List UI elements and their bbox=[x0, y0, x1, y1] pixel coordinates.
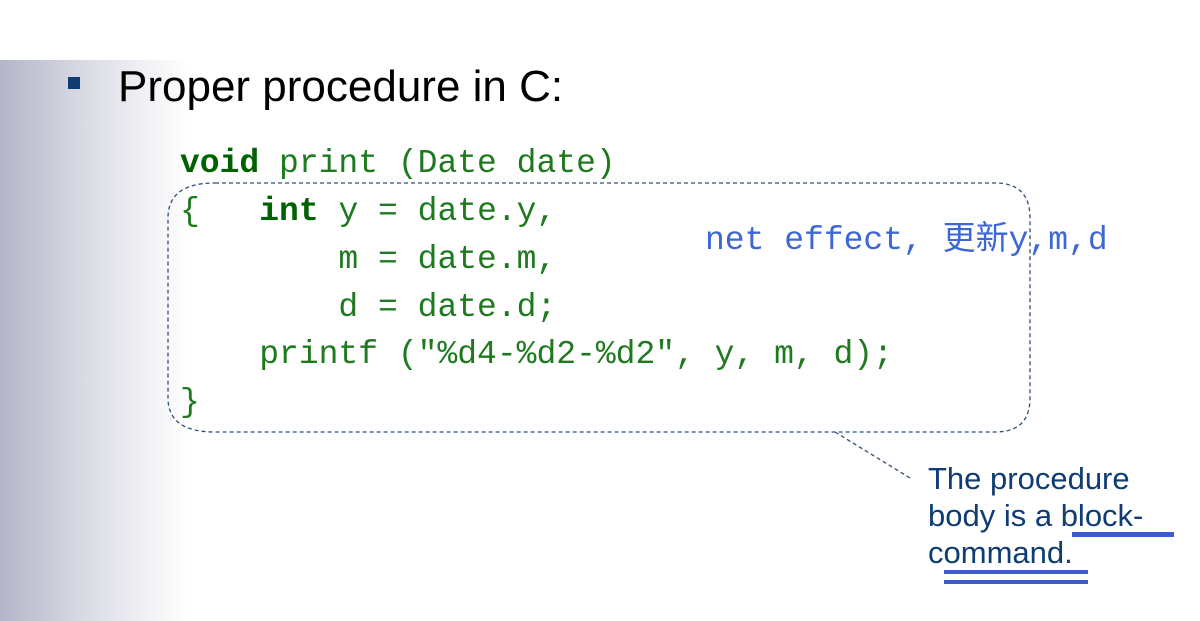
bullet-icon bbox=[68, 77, 80, 89]
side-gradient-decoration bbox=[0, 60, 190, 621]
code-text: y = date.y, bbox=[318, 193, 557, 230]
callout-line-1: The procedure bbox=[928, 461, 1130, 496]
code-line-4: d = date.d; bbox=[180, 289, 557, 326]
code-line-1: void print (Date date) bbox=[180, 144, 616, 184]
slide: Proper procedure in C: void print (Date … bbox=[0, 0, 1200, 621]
code-line-6: } bbox=[180, 384, 200, 421]
callout-line-3: command. bbox=[928, 535, 1073, 570]
slide-heading: Proper procedure in C: bbox=[118, 62, 564, 111]
code-keyword: void bbox=[180, 145, 260, 182]
code-line-2: { int y = date.y, bbox=[180, 192, 556, 232]
code-text: { bbox=[180, 193, 260, 230]
code-line-5: printf ("%d4-%d2-%d2", y, m, d); bbox=[180, 336, 893, 373]
callout-line-2: body is a block- bbox=[928, 498, 1144, 533]
callout-pointer-line bbox=[834, 431, 911, 479]
code-keyword: int bbox=[259, 193, 319, 230]
code-text: print (Date date) bbox=[259, 145, 616, 182]
underline-mark-3 bbox=[944, 580, 1088, 584]
handwritten-annotation: net effect, 更新y,m,d bbox=[705, 222, 1108, 259]
code-line-3: m = date.m, bbox=[180, 241, 557, 278]
callout-text: The procedure body is a block- command. bbox=[928, 460, 1188, 571]
